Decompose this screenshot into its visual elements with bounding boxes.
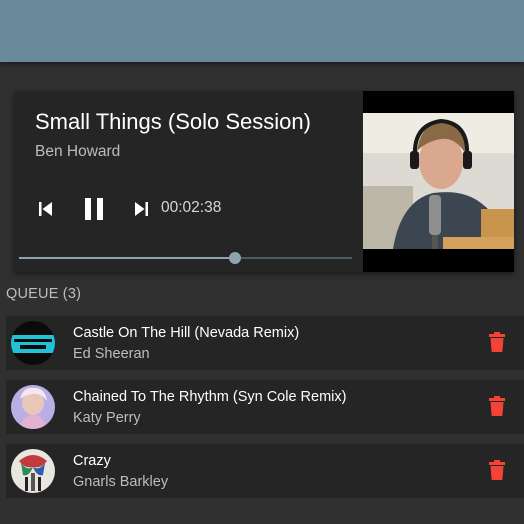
queue-item-cover <box>11 385 55 429</box>
queue-item-cover <box>11 449 55 493</box>
queue-item-artist: Katy Perry <box>73 410 141 426</box>
seek-slider-fill <box>19 257 236 259</box>
delete-icon[interactable] <box>488 332 508 354</box>
queue-item-artist: Ed Sheeran <box>73 346 150 362</box>
seek-slider-thumb[interactable] <box>229 252 242 264</box>
queue-item-title: Chained To The Rhythm (Syn Cole Remix) <box>73 389 347 405</box>
queue-item-cover <box>11 321 55 365</box>
queue-item-title: Crazy <box>73 453 111 469</box>
delete-icon[interactable] <box>488 396 508 418</box>
elapsed-time: 00:02:38 <box>161 199 222 216</box>
seek-slider[interactable] <box>19 252 352 264</box>
queue-item-artist: Gnarls Barkley <box>73 474 169 490</box>
app-bar <box>0 0 524 62</box>
skip-previous-icon[interactable] <box>39 201 53 217</box>
queue-header: QUEUE (3) <box>6 286 82 302</box>
track-title: Small Things (Solo Session) <box>35 109 311 134</box>
delete-icon[interactable] <box>488 460 508 482</box>
queue-item[interactable]: Crazy Gnarls Barkley <box>6 444 524 498</box>
track-artist: Ben Howard <box>35 143 121 160</box>
now-playing-card: Small Things (Solo Session) Ben Howard 0… <box>14 91 514 272</box>
pause-icon[interactable] <box>83 197 105 221</box>
queue-item-title: Castle On The Hill (Nevada Remix) <box>73 325 300 341</box>
album-art <box>363 91 514 272</box>
queue-item[interactable]: Chained To The Rhythm (Syn Cole Remix) K… <box>6 380 524 434</box>
skip-next-icon[interactable] <box>134 201 148 217</box>
queue-item[interactable]: Castle On The Hill (Nevada Remix) Ed She… <box>6 316 524 370</box>
